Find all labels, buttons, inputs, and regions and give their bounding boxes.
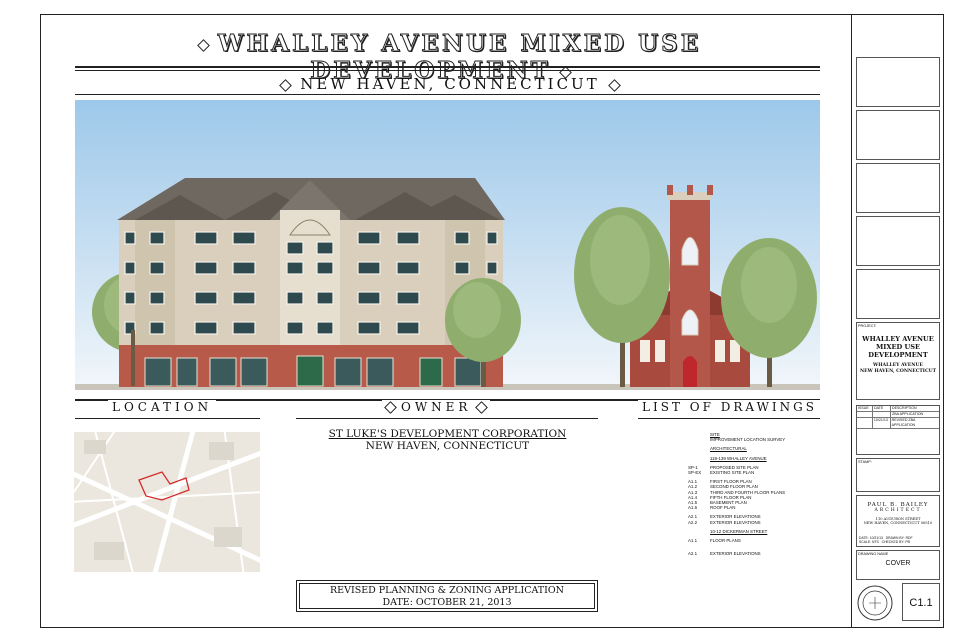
drawing-code: SP-EX [688,470,702,476]
revision-cloud-box [856,110,940,160]
drawing-list-item: A2.1 EXTERIOR ELEVATIONS [688,551,838,556]
drawing-code: A2.2 [688,519,698,525]
drawing-title: ROOF PLAN [710,505,736,511]
diamond-icon [607,78,621,92]
project-name: WHALLEY AVENUE MIXED USE DEVELOPMENT [862,335,934,359]
drawing-list: SITE IMPROVEMENT LOCATION SURVEY ARCHITECT… [688,432,838,556]
revision-date: DATE: OCTOBER 21, 2013 [382,597,512,608]
project-location-subtitle: NEW HAVEN, CONNECTICUT [180,75,720,93]
drawing-code: A1.6 [688,505,698,511]
stamp-label: STAMP: [858,460,872,464]
drawing-meta: DATE: 10/21/13 DRAWN BY: RDF SCALE: NTS … [859,535,913,544]
drawing-name-label: DRAWING NAME [858,552,889,556]
project-address: WHALLEY AVENUE NEW HAVEN, CONNECTICUT [859,363,937,374]
issue-row: 10/21/13 REVISED ZBA APPLICATION [857,418,939,429]
drawing-title: FLOOR PLANS [710,538,741,544]
drawing-title: EXISTING SITE PLAN [710,470,755,476]
title-rule-thin [75,70,820,71]
architect-city: NEW HAVEN, CONNECTICUT 06510 [863,521,933,525]
revision-cloud-box [856,163,940,213]
drawing-name: COVER [885,560,911,567]
drawing-name-box: DRAWING NAME COVER [856,550,940,580]
building-rendering [75,100,820,390]
revision-box: REVISED PLANNING & ZONING APPLICATION DA… [296,580,598,612]
drawing-heading-label: 119-139 WHALLEY AVENUE [710,455,767,461]
subtitle-rule [75,94,820,95]
elevation-illustration [75,178,820,390]
stamp-box: STAMP: [856,458,940,492]
revision-cloud-box [856,57,940,107]
title-rule [75,66,820,68]
project-info-box: PROJECT: WHALLEY AVENUE MIXED USE DEVELO… [856,322,940,400]
diamond-icon [196,38,210,52]
revision-cloud-box [856,216,940,266]
seal-sheet-row: C1.1 [856,583,940,623]
drawing-heading-label: 10-12 DICKERMAN STREET [710,528,768,534]
section-label-owner: OWNER [382,400,491,414]
drawing-code [688,437,710,442]
owner-name: ST LUKE'S DEVELOPMENT CORPORATION [328,428,567,440]
diamond-icon [475,401,489,414]
issue-table: ISSUE DATE DESCRIPTION ZBA APPLICATION 1… [856,405,940,455]
architect-title: ARCHITECT [874,508,922,513]
drawing-title: EXTERIOR ELEVATIONS [710,519,761,525]
street-map [74,432,260,572]
section-rule-location [75,418,260,419]
section-rule-drawings [638,418,820,419]
revision-title: REVISED PLANNING & ZONING APPLICATION [330,585,564,596]
sheet-number: C1.1 [902,583,940,621]
architect-seal-icon [857,585,893,621]
drawing-code: A1.1 [688,538,698,544]
revision-cloud-box [856,269,940,319]
section-label-location: LOCATION [108,400,217,414]
project-label: PROJECT: [858,324,877,328]
diamond-icon [384,401,397,414]
drawing-code: A2.1 [688,551,698,557]
section-rule-owner [296,418,598,419]
section-label-drawings: LIST OF DRAWINGS [638,400,821,414]
owner-city: NEW HAVEN, CONNECTICUT [365,440,530,452]
title-block: PROJECT: WHALLEY AVENUE MIXED USE DEVELO… [852,14,944,628]
copyright-note [856,18,940,22]
owner-block: ST LUKE'S DEVELOPMENT CORPORATION NEW HA… [300,428,595,452]
diamond-icon [279,78,293,92]
location-map [74,432,260,572]
architect-box: PAUL B. BAILEY ARCHITECT 110 AUDUBON STR… [856,495,940,547]
drawing-title: EXTERIOR ELEVATIONS [710,551,761,557]
drawing-title: IMPROVEMENT LOCATION SURVEY [710,437,786,443]
drawing-heading-label: ARCHITECTURAL [710,446,747,452]
